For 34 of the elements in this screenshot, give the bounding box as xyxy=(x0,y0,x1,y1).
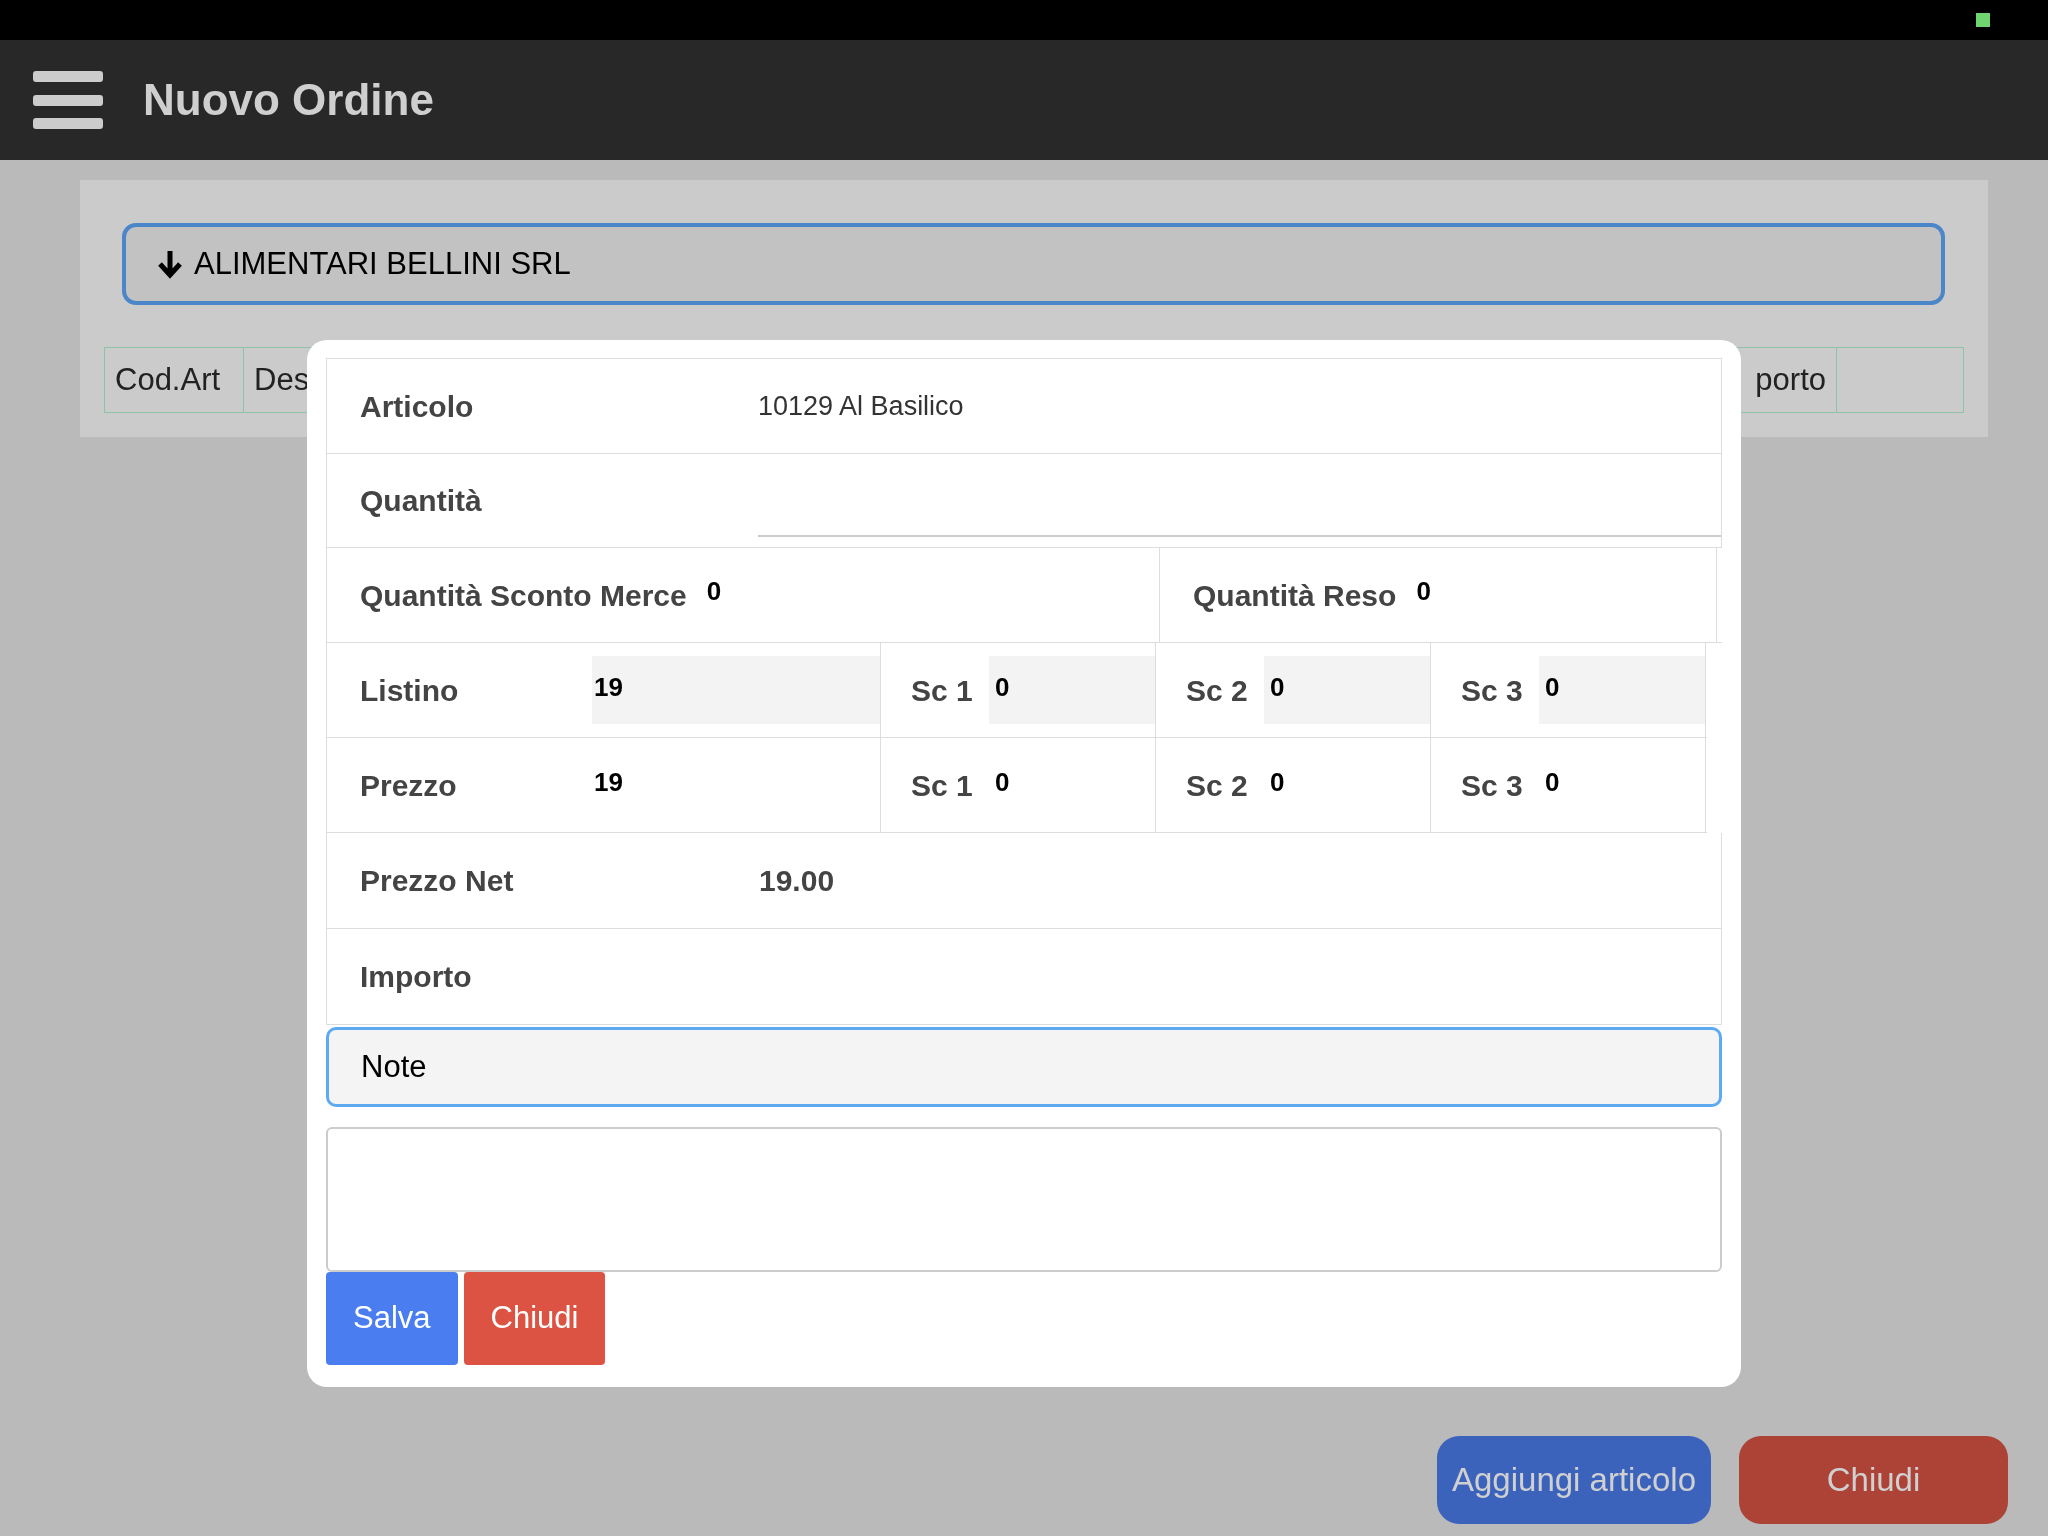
footer-button[interactable]: Aggiungi articolo xyxy=(1437,1436,1711,1524)
field-label: Quantità Reso xyxy=(1193,577,1397,614)
field-label: Quantità xyxy=(360,483,483,519)
field-label: Sc 2 xyxy=(1186,672,1249,709)
price-field[interactable]: 19 xyxy=(592,656,880,724)
footer-button[interactable]: Chiudi xyxy=(1739,1436,2008,1524)
discount-field[interactable]: 0 xyxy=(1264,656,1430,724)
field-label: Sc 2 xyxy=(1186,767,1249,804)
field-label: Sc 1 xyxy=(911,672,974,709)
page-title: Nuovo Ordine xyxy=(143,74,434,126)
quantity-value: 0 xyxy=(706,574,722,608)
column-header: Cod.Art xyxy=(105,348,244,412)
field-label: Sc 3 xyxy=(1461,767,1524,804)
field-label: Sc 3 xyxy=(1461,672,1524,709)
customer-button[interactable]: ALIMENTARI BELLINI SRL xyxy=(122,223,1945,305)
status-indicator xyxy=(1976,13,1990,27)
down-arrow-icon xyxy=(156,249,184,279)
discount-field[interactable]: 0 xyxy=(989,656,1155,724)
quantity-value: 0 xyxy=(1416,574,1431,608)
field-label: Prezzo Net xyxy=(360,863,515,899)
field-label: Prezzo xyxy=(360,767,458,804)
article-value: 10129 Al Basilico xyxy=(758,389,964,423)
field-label: Sc 1 xyxy=(911,767,974,804)
dialog-button[interactable]: Chiudi xyxy=(463,1272,606,1365)
note-field[interactable] xyxy=(326,1127,1722,1272)
dialog-button[interactable]: Salva xyxy=(326,1272,458,1365)
net-price-value: 19.00 xyxy=(759,863,835,899)
field-label: Listino xyxy=(360,672,460,709)
field-label: Articolo xyxy=(360,388,475,425)
note-header: Note xyxy=(326,1027,1722,1107)
field-label: Importo xyxy=(360,959,472,995)
menu-icon[interactable] xyxy=(33,71,103,129)
field-label: Quantità Sconto Merce xyxy=(360,577,687,614)
discount-field[interactable]: 0 xyxy=(1539,656,1705,724)
